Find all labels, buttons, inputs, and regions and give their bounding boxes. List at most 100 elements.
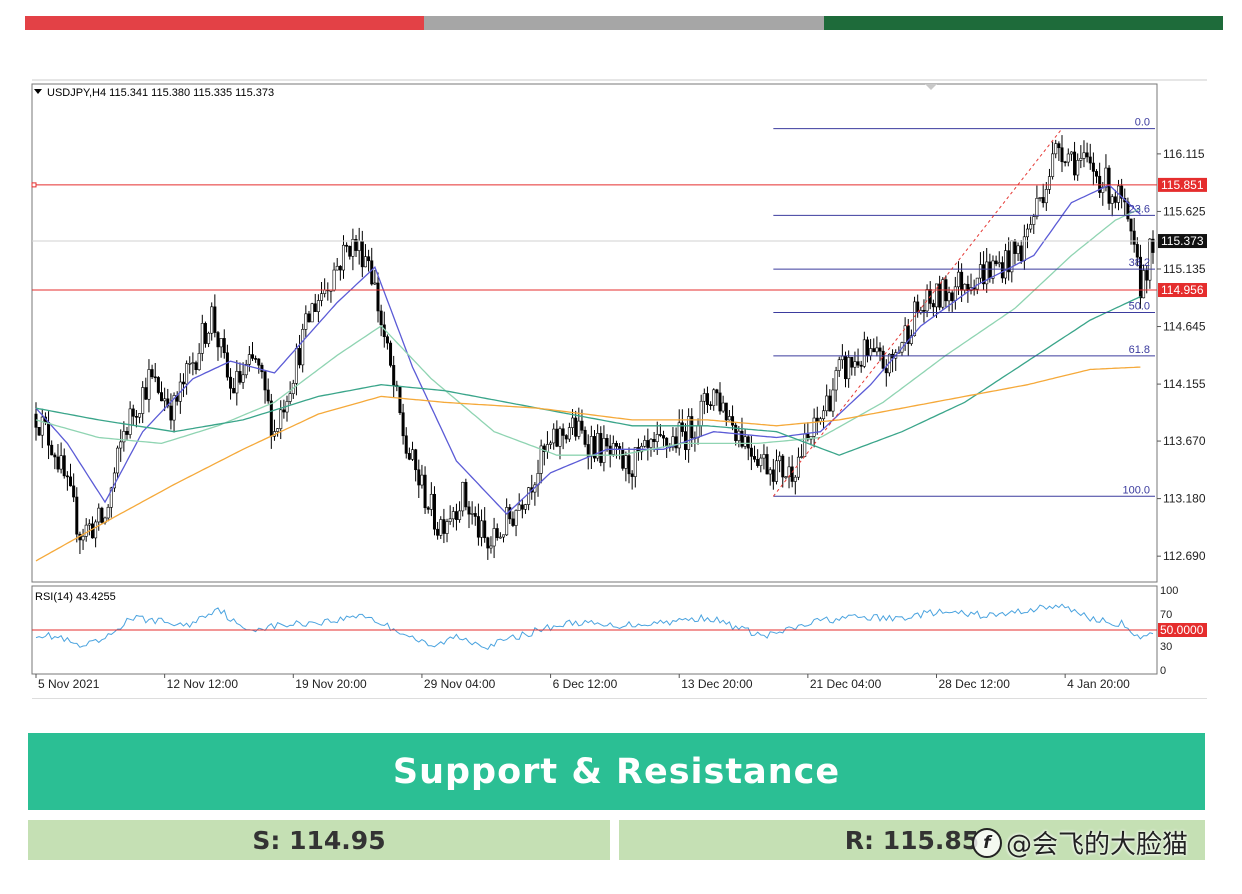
candle-body [705,393,709,405]
candle-body [596,433,600,459]
candle-body [316,300,320,312]
candle-body [687,416,691,450]
candle-body [627,455,631,475]
candle-body [84,524,88,537]
candle-body [1032,216,1036,225]
candle-body [583,429,587,445]
candle-body [332,269,336,291]
candle-body [1073,151,1077,176]
candle-body [662,435,666,439]
candle-body [150,369,154,378]
candle-body [432,493,436,530]
candle-body [740,430,744,447]
candle-body [470,513,474,515]
candle-body [185,363,189,385]
candle-body [1051,153,1055,177]
candle-body [963,283,967,291]
candle-body [884,368,888,374]
candle-body [498,536,502,539]
candle-body [1113,196,1117,203]
candle-body [276,428,280,432]
candle-body [753,456,757,460]
candle-body [1076,160,1080,176]
candle-body [586,444,590,457]
candle-body [197,353,201,371]
fib-level-label: 100.0 [1122,484,1150,496]
candle-body [87,523,91,526]
candle-body [765,454,769,475]
candle-body [213,306,217,333]
candle-body [844,355,848,380]
candle-body [947,292,951,302]
candle-body [840,355,844,361]
rsi-tick-label: 100 [1160,585,1178,597]
candle-body [232,388,236,394]
price-chart[interactable]: 0.0 23.6 38.2 50.0 61.8 100.0 116.115 115.625 11… [29,79,1207,699]
candle-body [1135,244,1139,258]
candle-body [90,523,94,539]
candle-body [646,440,650,448]
candle-body [464,481,468,508]
candle-body [1038,197,1042,199]
candle-body [379,310,383,326]
candle-body [439,519,443,536]
candle-body [53,454,57,458]
price-tick-label: 115.135 [1163,262,1206,276]
candle-body [737,430,741,441]
candle-body [605,438,609,447]
candle-body [207,332,211,344]
candle-body [1025,228,1029,238]
fib-level-label: 38.2 [1129,257,1150,269]
candle-body [100,507,104,523]
candle-body [260,364,264,373]
candle-body [699,400,703,427]
candle-body [235,371,239,394]
candle-body [59,455,63,470]
candle-body [847,357,851,380]
candle-body [426,507,430,510]
candle-body [376,282,380,312]
candle-body [72,485,76,498]
watermark-text: @会飞的大脸猫 [1006,830,1189,860]
watermark-logo-icon: f [972,827,1002,858]
candle-body [511,518,515,526]
candle-body [680,422,684,432]
price-tick-label: 113.670 [1163,434,1206,448]
candle-body [65,475,69,478]
candle-body [614,443,618,447]
candle-body [40,416,44,436]
rsi-tick-label: 70 [1160,609,1172,621]
chart-canvas[interactable]: 0.0 23.6 38.2 50.0 61.8 100.0 116.115 115.625 11… [29,79,1207,699]
candle-body [144,387,148,400]
price-tag-label: 115.851 [1161,178,1204,192]
candle-body [850,357,854,368]
candle-body [69,476,73,487]
candle-body [1104,167,1108,188]
candle-body [1057,143,1061,149]
candle-body [310,303,314,323]
candle-body [571,417,575,428]
price-tick-label: 114.645 [1163,320,1206,334]
candle-body [574,417,578,437]
fib-level-label: 61.8 [1129,344,1150,356]
candle-body [1054,143,1058,155]
candle-body [1079,158,1083,161]
candle-body [50,444,54,456]
candle-body [461,481,465,512]
candle-body [1000,262,1004,279]
support-resistance-title: Support & Resistance [28,733,1205,810]
candle-body [47,422,51,446]
candle-body [250,354,254,359]
rsi-level-tag: 50.0000 [1160,623,1204,637]
candle-body [294,348,298,384]
price-tick-label: 112.690 [1163,549,1206,563]
header-bar-green [823,16,1223,30]
candle-body [188,362,192,365]
candle-body [941,279,945,308]
candle-body [960,271,964,291]
candle-body [950,292,954,301]
candle-body [373,282,377,285]
candle-body [837,359,841,371]
candle-body [367,256,371,262]
main-panel-frame [31,83,1158,583]
